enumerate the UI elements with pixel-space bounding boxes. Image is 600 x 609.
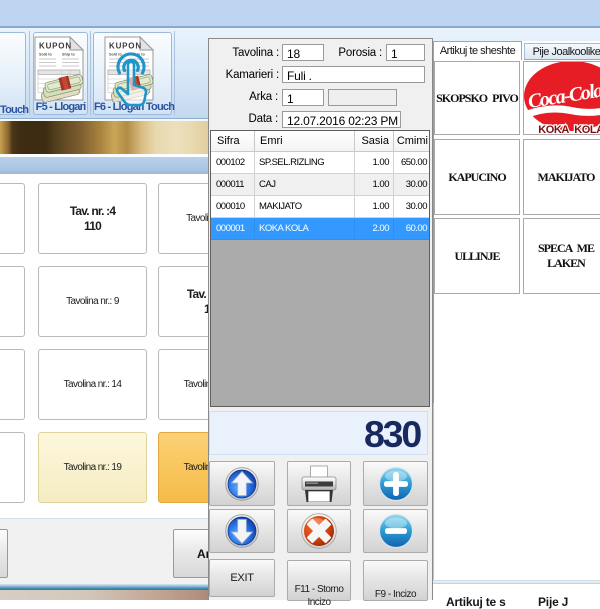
svg-text:KOKA KOLA: KOKA KOLA (538, 124, 600, 135)
